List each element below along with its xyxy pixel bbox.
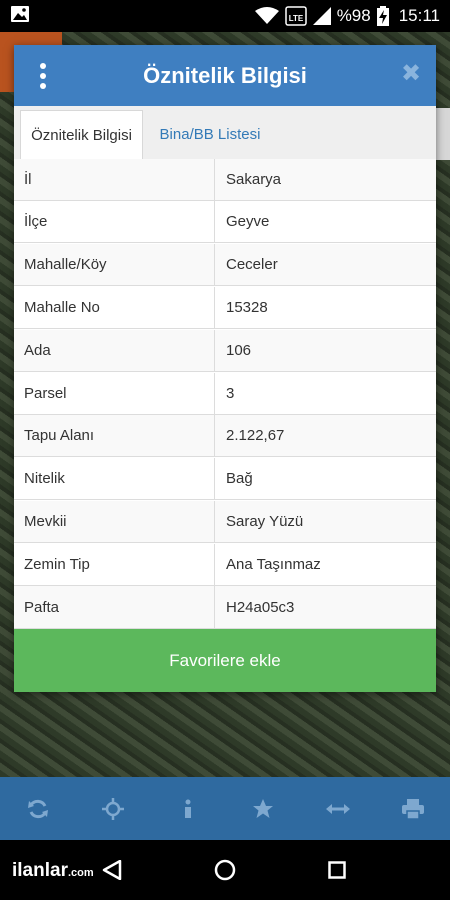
row-value: H24a05c3 [226,598,295,616]
dialog-header: Öznitelik Bilgisi ✖ [14,45,436,106]
table-row: Mevkii Saray Yüzü [14,501,436,543]
dialog-title: Öznitelik Bilgisi [143,62,307,88]
refresh-icon[interactable] [18,789,58,829]
table-row: Pafta H24a05c3 [14,586,436,629]
back-icon[interactable] [102,859,122,885]
signal-icon [312,7,331,25]
row-key: Nitelik [14,458,215,499]
gallery-icon [10,5,30,28]
table-row: Parsel 3 [14,373,436,415]
table-row: Mahalle/Köy Ceceler [14,244,436,286]
row-value: Bağ [226,470,253,487]
table-row: Nitelik Bağ [14,458,436,500]
tab-attributes[interactable]: Öznitelik Bilgisi [20,110,143,159]
table-row: Zemin Tip Ana Taşınmaz [14,544,436,586]
row-key: Mahalle/Köy [14,244,215,285]
measure-icon[interactable] [318,789,358,829]
table-row: Tapu Alanı 2.122,67 [14,415,436,457]
attribute-table: İl Sakarya İlçe Geyve Mahalle/Köy Cecele… [14,159,436,629]
table-row: İlçe Geyve [14,201,436,243]
recent-apps-icon[interactable] [328,861,346,884]
table-row: Mahalle No 15328 [14,287,436,329]
print-icon[interactable] [393,789,433,829]
row-value: Ceceler [226,256,278,273]
crosshair-icon[interactable] [93,789,133,829]
row-value: 106 [226,342,252,359]
info-icon[interactable] [168,789,208,829]
star-icon[interactable] [243,789,283,829]
row-key: Ada [14,330,215,371]
lte-icon: LTE [284,6,307,26]
row-value: Sakarya [226,171,282,188]
tab-bar: Öznitelik Bilgisi Bina/BB Listesi [14,106,436,160]
brand-watermark: ilanlar.com [12,860,94,881]
clock: 15:11 [398,6,440,25]
row-key: Parsel [14,373,215,414]
table-row: Ada 106 [14,330,436,372]
row-key: Tapu Alanı [14,415,215,456]
wifi-icon [254,7,279,25]
battery-percent: %98 [336,6,371,25]
row-value: Geyve [226,213,270,230]
row-key: Pafta [14,586,215,628]
row-key: İl [14,159,215,200]
table-row: İl Sakarya [14,159,436,201]
close-icon[interactable]: ✖ [400,62,422,86]
tab-building-list[interactable]: Bina/BB Listesi [150,110,270,159]
map-toolbar [0,777,450,840]
row-key: İlçe [14,201,215,242]
system-nav-bar: ilanlar.com [0,840,450,900]
row-value: Ana Taşınmaz [226,556,321,573]
svg-text:LTE: LTE [288,14,303,23]
battery-charging-icon [376,6,389,26]
home-icon[interactable] [214,859,236,886]
row-value: 2.122,67 [226,427,285,444]
row-key: Mevkii [14,501,215,542]
row-key: Zemin Tip [14,544,215,585]
attribute-dialog: Öznitelik Bilgisi ✖ Öznitelik Bilgisi Bi… [14,45,436,692]
more-vert-icon[interactable] [36,63,50,89]
map-side-panel [436,108,450,160]
row-key: Mahalle No [14,287,215,328]
row-value: 3 [226,385,235,402]
status-bar: LTE %98 15:11 [0,0,450,32]
row-value: Saray Yüzü [226,513,304,530]
add-to-favorites-button[interactable]: Favorilere ekle [14,629,436,692]
row-value: 15328 [226,299,268,316]
